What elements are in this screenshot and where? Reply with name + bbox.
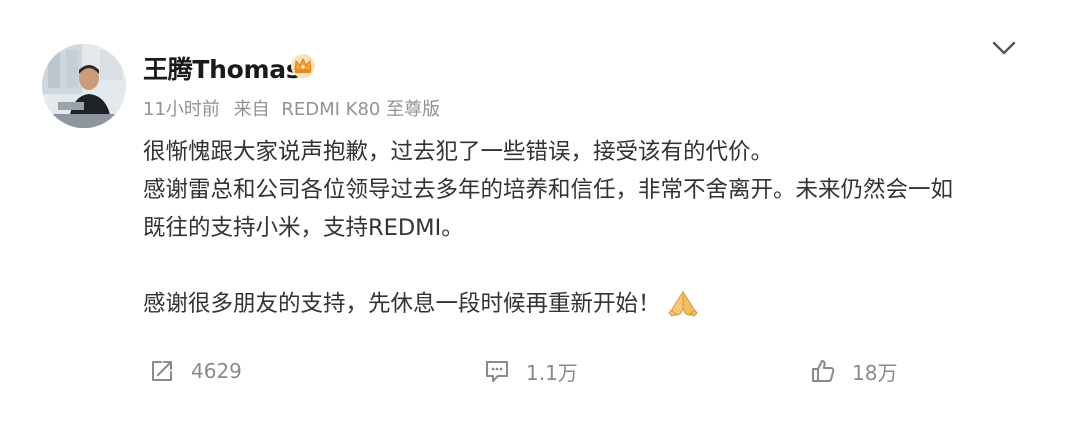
post-time: 11小时前 bbox=[143, 99, 220, 120]
chevron-down-icon[interactable] bbox=[991, 38, 1017, 58]
like-button[interactable]: 18万 bbox=[810, 356, 897, 386]
author-name[interactable]: 王腾Thomas bbox=[143, 50, 301, 86]
post-paragraph: 既往的支持小米，支持REDMI。 bbox=[143, 215, 464, 241]
post-paragraph: 感谢很多朋友的支持，先休息一段时候再重新开始！ bbox=[143, 291, 661, 317]
avatar-photo bbox=[42, 44, 126, 128]
thumbs-up-icon bbox=[812, 360, 835, 382]
post-paragraph: 感谢雷总和公司各位领导过去多年的培养和信任，非常不舍离开。未来仍然会一如 bbox=[143, 177, 954, 203]
comment-icon bbox=[486, 361, 508, 382]
crown-badge-icon bbox=[291, 54, 315, 78]
post-source-prefix: 来自 bbox=[233, 99, 270, 120]
post-meta: 11小时前 来自 REDMI K80 至尊版 bbox=[143, 95, 440, 121]
repost-button[interactable]: 4629 bbox=[149, 356, 242, 386]
repost-icon bbox=[152, 361, 172, 381]
post-paragraph-last: 感谢很多朋友的支持，先休息一段时候再重新开始！ bbox=[143, 285, 1043, 323]
folded-hands-icon bbox=[667, 290, 698, 317]
author-avatar[interactable] bbox=[42, 44, 126, 128]
repost-count: 4629 bbox=[191, 359, 242, 383]
post-paragraph: 很惭愧跟大家说声抱歉，过去犯了一些错误，接受该有的代价。 bbox=[143, 139, 774, 165]
comment-button[interactable]: 1.1万 bbox=[484, 356, 578, 386]
comment-count: 1.1万 bbox=[526, 360, 578, 385]
post-source-device[interactable]: REDMI K80 至尊版 bbox=[281, 99, 440, 120]
post-content: 很惭愧跟大家说声抱歉，过去犯了一些错误，接受该有的代价。 感谢雷总和公司各位领导… bbox=[143, 133, 1043, 323]
like-count: 18万 bbox=[852, 360, 898, 385]
